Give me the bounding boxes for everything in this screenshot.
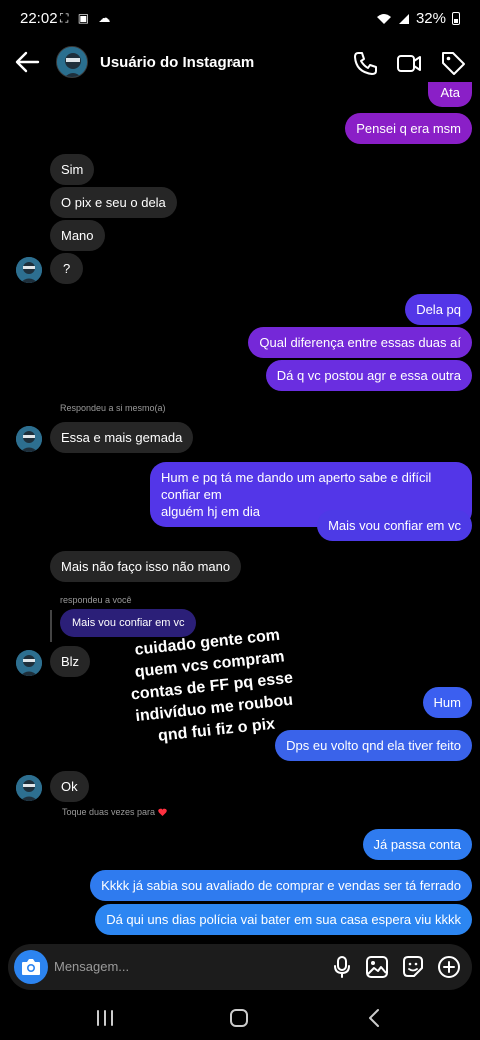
tag-icon[interactable] bbox=[440, 50, 466, 76]
battery-icon bbox=[452, 12, 460, 25]
avatar-image bbox=[16, 775, 42, 801]
reply-quote-bubble[interactable]: Mais vou confiar em vc bbox=[60, 609, 197, 637]
avatar-image bbox=[16, 426, 42, 452]
message-bubble-received[interactable]: O pix e seu o dela bbox=[50, 187, 177, 218]
back-arrow-icon[interactable] bbox=[14, 48, 40, 76]
message-bubble-sent[interactable]: Dps eu volto qnd ela tiver feito bbox=[275, 730, 472, 761]
home-icon[interactable] bbox=[228, 1008, 250, 1028]
message-bubble-sent[interactable]: Pensei q era msm bbox=[345, 113, 472, 144]
avatar-image bbox=[16, 257, 42, 283]
overlay-warning-text: cuidado gente com quem vcs compram conta… bbox=[117, 623, 308, 751]
message-bubble-received[interactable]: Ok bbox=[50, 771, 89, 802]
plus-icon[interactable] bbox=[437, 955, 461, 979]
reply-meta: respondeu a você bbox=[60, 595, 132, 605]
chat-header: Usuário do Instagram › bbox=[0, 40, 480, 86]
message-text: Dá qui uns dias polícia vai bater em sua… bbox=[106, 912, 461, 927]
message-bubble-received[interactable]: Mais não faço isso não mano bbox=[50, 551, 242, 582]
message-text: Hum bbox=[433, 695, 461, 710]
microphone-icon[interactable] bbox=[330, 955, 354, 979]
message-text: Já passa conta bbox=[373, 837, 461, 852]
message-text: Ok bbox=[61, 779, 78, 794]
message-bubble-sent[interactable]: Ata bbox=[428, 82, 472, 107]
message-bubble-sent[interactable]: Já passa conta bbox=[362, 829, 472, 860]
sticker-icon[interactable] bbox=[401, 955, 425, 979]
avatar-image bbox=[57, 47, 87, 77]
status-notification-icons: ⛶ ▣ ☁ bbox=[60, 11, 114, 25]
message-bubble-received[interactable]: Mano bbox=[50, 220, 105, 251]
message-bubble-sent[interactable]: Dá qui uns dias polícia vai bater em sua… bbox=[95, 904, 472, 935]
status-right: 32% bbox=[376, 10, 460, 27]
message-text: Dela pq bbox=[416, 302, 461, 317]
message-text: Mano bbox=[61, 228, 94, 243]
message-text: Dps eu volto qnd ela tiver feito bbox=[286, 738, 461, 753]
reply-indicator bbox=[50, 610, 52, 642]
message-text: Dá q vc postou agr e essa outra bbox=[276, 368, 461, 383]
message-text: Ata bbox=[440, 85, 460, 100]
status-bar: 22:02 ⛶ ▣ ☁ 32% bbox=[0, 0, 480, 36]
message-bubble-sent[interactable]: Dá q vc postou agr e essa outra bbox=[265, 360, 472, 391]
message-input[interactable]: Mensagem... bbox=[54, 959, 129, 974]
recent-apps-icon[interactable] bbox=[94, 1008, 116, 1028]
message-text: Kkkk já sabia sou avaliado de comprar e … bbox=[101, 878, 461, 893]
wifi-icon bbox=[376, 13, 391, 24]
message-bubble-sent[interactable]: Kkkk já sabia sou avaliado de comprar e … bbox=[90, 870, 472, 901]
contact-avatar-small[interactable] bbox=[16, 257, 42, 283]
double-tap-hint: Toque duas vezes para bbox=[62, 807, 167, 817]
message-list[interactable]: Ata Pensei q era msm Sim O pix e seu o d… bbox=[0, 82, 480, 944]
double-tap-hint-text: Toque duas vezes para bbox=[62, 807, 156, 817]
heart-icon bbox=[157, 808, 167, 816]
message-text: Essa e mais gemada bbox=[61, 430, 183, 445]
contact-avatar[interactable] bbox=[56, 46, 88, 78]
message-text: Hum e pq tá me dando um aperto sabe e di… bbox=[161, 470, 432, 502]
message-composer: Mensagem... bbox=[8, 944, 472, 990]
signal-icon bbox=[398, 13, 409, 24]
message-text: Qual diferença entre essas duas aí bbox=[259, 335, 461, 350]
system-nav-bar bbox=[0, 998, 480, 1040]
chevron-right-icon[interactable]: › bbox=[230, 54, 235, 70]
message-text: ? bbox=[63, 261, 71, 276]
status-time: 22:02 bbox=[20, 10, 58, 27]
contact-avatar-small[interactable] bbox=[16, 426, 42, 452]
message-text: Sim bbox=[61, 162, 84, 177]
message-bubble-sent[interactable]: Qual diferença entre essas duas aí bbox=[248, 327, 472, 358]
camera-icon bbox=[22, 959, 40, 975]
message-text: Blz bbox=[61, 654, 80, 669]
message-bubble-sent[interactable]: Dela pq bbox=[405, 294, 472, 325]
reply-meta: Respondeu a si mesmo(a) bbox=[60, 403, 166, 413]
phone-icon[interactable] bbox=[352, 50, 378, 76]
message-text: Mais não faço isso não mano bbox=[61, 559, 231, 574]
message-bubble-received[interactable]: Blz bbox=[50, 646, 91, 677]
message-bubble-received[interactable]: Sim bbox=[50, 154, 95, 185]
message-bubble-received[interactable]: ? bbox=[50, 253, 84, 284]
video-icon[interactable] bbox=[396, 50, 422, 76]
contact-avatar-small[interactable] bbox=[16, 775, 42, 801]
message-text: Pensei q era msm bbox=[356, 121, 461, 136]
message-text: Mais vou confiar em vc bbox=[328, 518, 461, 533]
message-bubble-sent[interactable]: Mais vou confiar em vc bbox=[317, 510, 472, 541]
camera-button[interactable] bbox=[14, 950, 48, 984]
gallery-icon[interactable] bbox=[365, 955, 389, 979]
contact-avatar-small[interactable] bbox=[16, 650, 42, 676]
message-text: O pix e seu o dela bbox=[61, 195, 166, 210]
battery-percent: 32% bbox=[415, 10, 446, 27]
message-bubble-received[interactable]: Essa e mais gemada bbox=[50, 422, 194, 453]
back-icon[interactable] bbox=[364, 1008, 386, 1028]
reply-quote-text: Mais vou confiar em vc bbox=[72, 617, 185, 629]
avatar-image bbox=[16, 650, 42, 676]
message-bubble-sent[interactable]: Hum bbox=[422, 687, 472, 718]
